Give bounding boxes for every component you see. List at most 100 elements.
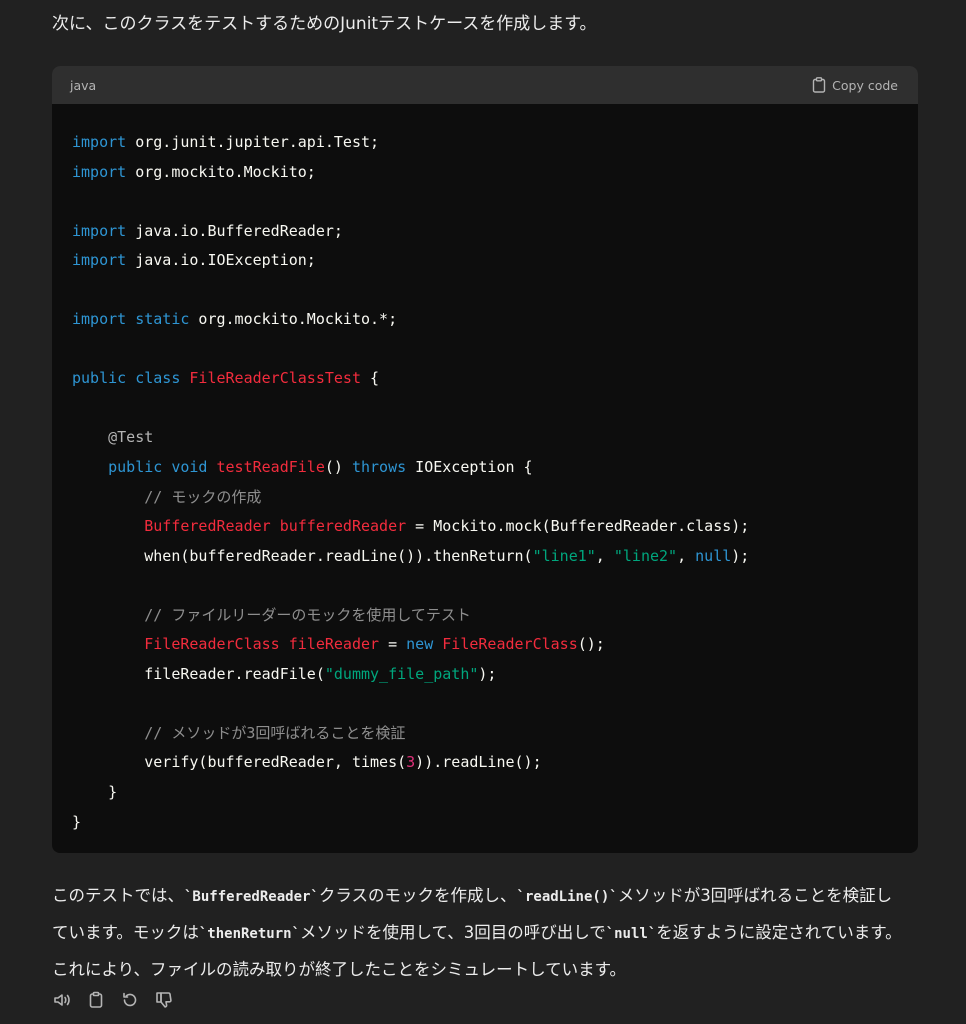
code-header: java Copy code bbox=[52, 66, 918, 104]
code-line: // メソッドが3回呼ばれることを検証 bbox=[72, 719, 918, 749]
code-token: new bbox=[406, 635, 434, 654]
inline-code: `readLine()` bbox=[516, 889, 618, 905]
code-line: fileReader.readFile("dummy_file_path"); bbox=[72, 660, 918, 690]
regenerate-icon[interactable] bbox=[120, 990, 140, 1010]
intro-text: 次に、このクラスをテストするためのJunitテストケースを作成します。 bbox=[52, 14, 597, 34]
thumbs-down-icon[interactable] bbox=[154, 990, 174, 1010]
code-token: = bbox=[379, 635, 407, 654]
code-token: "dummy_file_path" bbox=[324, 664, 479, 683]
code-token: FileReaderClassTest bbox=[189, 369, 361, 388]
code-token: = Mockito.mock(BufferedReader.class); bbox=[406, 517, 750, 536]
code-token: import bbox=[72, 133, 127, 151]
code-token: , bbox=[595, 546, 614, 565]
response-line-3: これにより、ファイルの読み取りが終了したことをシミュレートしています。 bbox=[52, 960, 627, 979]
code-token: import bbox=[72, 162, 127, 181]
code-token: fileReader.readFile( bbox=[72, 664, 325, 683]
message-actions bbox=[52, 990, 174, 1010]
code-token: , bbox=[677, 546, 696, 565]
code-token: null bbox=[695, 546, 732, 565]
inline-code: `null` bbox=[605, 926, 657, 942]
inline-code: `BufferedReader` bbox=[184, 889, 319, 905]
copy-code-label: Copy code bbox=[832, 77, 898, 93]
code-token: )).readLine(); bbox=[415, 753, 542, 772]
code-token: verify(bufferedReader, times( bbox=[72, 753, 407, 772]
code-token: FileReaderClass bbox=[144, 635, 280, 654]
speaker-icon[interactable] bbox=[52, 990, 72, 1010]
code-token: "line1" bbox=[532, 546, 596, 565]
code-token: org.mockito.Mockito; bbox=[126, 162, 316, 181]
code-line: BufferedReader bufferedReader = Mockito.… bbox=[72, 512, 918, 542]
response-text: このテストでは、`BufferedReader`クラスのモックを作成し、`rea… bbox=[52, 878, 922, 987]
code-line: import java.io.IOException; bbox=[72, 246, 918, 276]
code-token: BufferedReader bbox=[144, 517, 271, 536]
code-token: ); bbox=[731, 546, 750, 565]
code-line: public void testReadFile() throws IOExce… bbox=[72, 453, 918, 483]
code-token: @Test bbox=[108, 428, 154, 447]
code-token: static bbox=[135, 310, 190, 329]
code-line: import static org.mockito.Mockito.*; bbox=[72, 305, 918, 335]
code-token: void bbox=[171, 458, 208, 477]
code-token: // モックの作成 bbox=[144, 487, 262, 506]
code-token: public bbox=[108, 458, 163, 477]
code-line: // モックの作成 bbox=[72, 483, 918, 513]
code-line: public class FileReaderClassTest { bbox=[72, 364, 918, 394]
response-line-2: ています。モックは`thenReturn`メソッドを使用して、3回目の呼び出しで… bbox=[52, 923, 902, 942]
code-token: "line2" bbox=[613, 546, 678, 565]
code-token: throws bbox=[351, 458, 407, 477]
code-token: (); bbox=[577, 635, 605, 654]
code-token: () bbox=[324, 458, 352, 477]
code-token: bufferedReader bbox=[279, 517, 407, 536]
code-token: } bbox=[72, 783, 118, 802]
code-line: } bbox=[72, 778, 918, 808]
code-token: org.mockito.Mockito.*; bbox=[189, 310, 398, 329]
response-line-1: このテストでは、`BufferedReader`クラスのモックを作成し、`rea… bbox=[52, 886, 893, 905]
code-token: // ファイルリーダーのモックを使用してテスト bbox=[144, 605, 471, 624]
code-token: // メソッドが3回呼ばれることを検証 bbox=[144, 723, 406, 742]
code-token: import bbox=[72, 221, 127, 240]
code-line: import org.junit.jupiter.api.Test; bbox=[72, 128, 918, 158]
code-content: import org.junit.jupiter.api.Test; import… bbox=[52, 104, 918, 837]
code-language-label: java bbox=[70, 77, 97, 93]
code-token: 3 bbox=[406, 753, 416, 772]
code-token: when(bufferedReader.readLine()).thenRetu… bbox=[72, 546, 533, 565]
code-line: FileReaderClass fileReader = new FileRea… bbox=[72, 630, 918, 660]
code-token: import bbox=[72, 310, 127, 329]
code-token: IOException { bbox=[406, 458, 533, 477]
code-token: org.junit.jupiter.api.Test; bbox=[126, 133, 380, 151]
copy-code-button[interactable]: Copy code bbox=[812, 77, 898, 93]
code-token: import bbox=[72, 251, 127, 270]
code-token: public bbox=[72, 369, 127, 388]
code-token: FileReaderClass bbox=[442, 635, 578, 654]
code-line: import org.mockito.Mockito; bbox=[72, 158, 918, 188]
code-token: testReadFile bbox=[216, 458, 325, 477]
code-line: } bbox=[72, 808, 918, 838]
code-token: fileReader bbox=[288, 635, 380, 654]
code-line: when(bufferedReader.readLine()).thenRetu… bbox=[72, 542, 918, 572]
code-line: verify(bufferedReader, times(3)).readLin… bbox=[72, 748, 918, 778]
clipboard-icon[interactable] bbox=[86, 990, 106, 1010]
code-token: { bbox=[361, 369, 380, 388]
code-line: // ファイルリーダーのモックを使用してテスト bbox=[72, 601, 918, 631]
code-token: } bbox=[72, 812, 82, 831]
code-token: class bbox=[135, 369, 181, 388]
code-token: java.io.BufferedReader; bbox=[126, 221, 343, 240]
code-block: java Copy code import org.junit.jupiter.… bbox=[52, 66, 918, 853]
